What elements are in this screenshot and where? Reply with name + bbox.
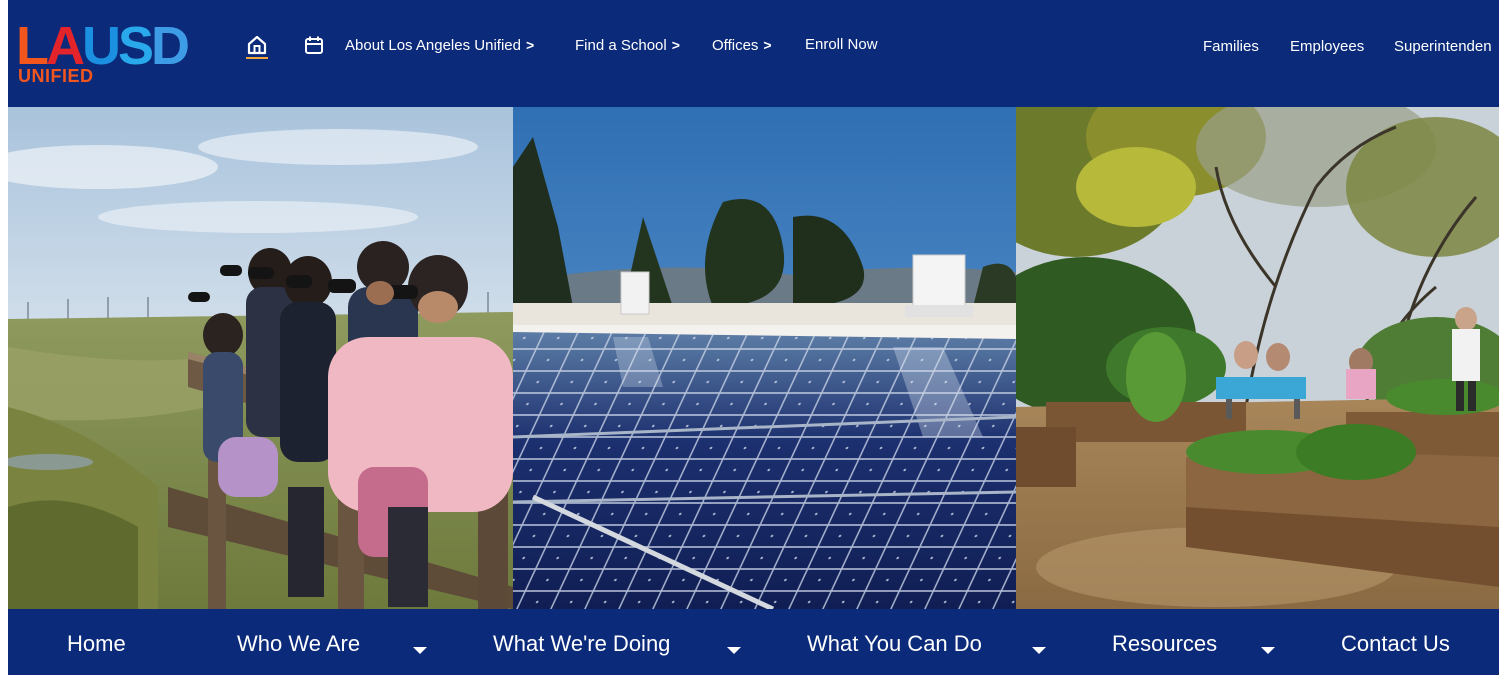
lausd-logo[interactable]: LAUSD UNIFIED bbox=[16, 16, 216, 92]
nav-about-chevron: > bbox=[525, 37, 535, 53]
nav-find-school-label: Find a School bbox=[575, 37, 667, 54]
who-we-are-dropdown-icon[interactable] bbox=[413, 647, 427, 654]
nav-what-you-can-do[interactable]: What You Can Do bbox=[807, 631, 982, 657]
logo-letter-s: S bbox=[118, 16, 154, 76]
nav-enroll-now[interactable]: Enroll Now bbox=[805, 36, 878, 54]
nav-find-school-chevron: > bbox=[671, 37, 680, 53]
resources-dropdown-icon[interactable] bbox=[1261, 647, 1275, 654]
nav-find-a-school[interactable]: Find a School > bbox=[575, 36, 680, 55]
what-you-can-do-dropdown-icon[interactable] bbox=[1032, 647, 1046, 654]
link-families[interactable]: Families bbox=[1203, 38, 1259, 56]
link-employees[interactable]: Employees bbox=[1290, 38, 1364, 56]
school-garden-photo bbox=[1016, 107, 1499, 609]
top-header: LAUSD UNIFIED About Los Angeles Unified >… bbox=[8, 0, 1499, 107]
primary-nav-bar: Home Who We Are What We're Doing What Yo… bbox=[8, 609, 1499, 675]
home-icon[interactable] bbox=[246, 35, 270, 61]
nav-what-were-doing[interactable]: What We're Doing bbox=[493, 631, 670, 657]
logo-letter-l: L bbox=[16, 16, 49, 76]
logo-subtitle: UNIFIED bbox=[18, 66, 94, 86]
hero-banner bbox=[8, 107, 1499, 609]
nav-who-we-are[interactable]: Who We Are bbox=[237, 631, 360, 657]
nav-offices-chevron: > bbox=[763, 37, 772, 53]
calendar-icon[interactable] bbox=[304, 35, 326, 57]
nav-about-label: About Los Angeles Unified bbox=[345, 37, 521, 54]
nav-enroll-label: Enroll Now bbox=[805, 36, 878, 53]
nav-home[interactable]: Home bbox=[67, 631, 126, 657]
nav-offices-label: Offices bbox=[712, 37, 759, 54]
students-binoculars-photo bbox=[8, 107, 513, 609]
home-active-underline bbox=[246, 57, 268, 59]
nav-resources[interactable]: Resources bbox=[1112, 631, 1217, 657]
logo-letter-a: A bbox=[46, 16, 85, 76]
nav-about-lausd[interactable]: About Los Angeles Unified > bbox=[345, 36, 534, 55]
nav-contact-us[interactable]: Contact Us bbox=[1341, 631, 1450, 657]
link-superintendent[interactable]: Superintenden bbox=[1394, 38, 1492, 56]
logo-letter-d: D bbox=[151, 16, 190, 76]
logo-wordmark: LAUSD bbox=[16, 16, 190, 76]
rooftop-solar-panels-photo bbox=[513, 107, 1016, 609]
logo-letter-u: U bbox=[82, 16, 121, 76]
page: LAUSD UNIFIED About Los Angeles Unified >… bbox=[0, 0, 1499, 675]
what-were-doing-dropdown-icon[interactable] bbox=[727, 647, 741, 654]
nav-offices[interactable]: Offices > bbox=[712, 36, 772, 55]
